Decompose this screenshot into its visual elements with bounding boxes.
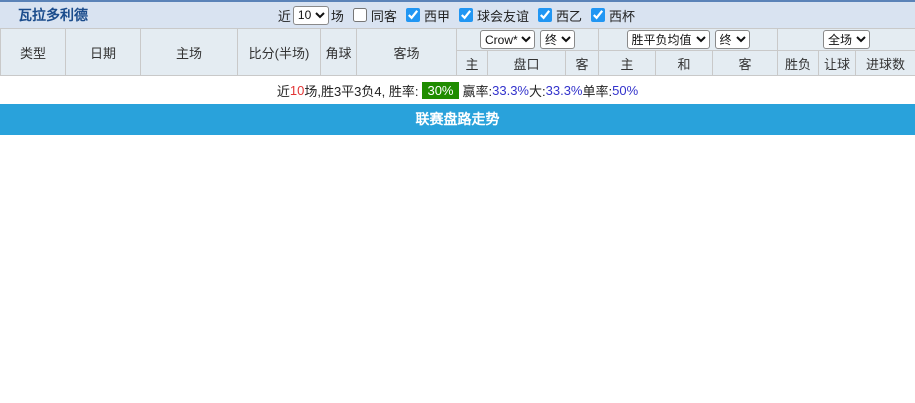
bookmaker-select[interactable]: Crow* xyxy=(480,30,535,49)
summary-text: 33.3% xyxy=(492,83,529,98)
match-count-select[interactable]: 10 xyxy=(293,6,329,25)
summary-text: 大: xyxy=(529,81,546,100)
league-checkbox-friendly[interactable] xyxy=(459,8,473,22)
avg-odds-selector-cell: 胜平负均值 终 xyxy=(599,29,778,51)
avg-odds-select[interactable]: 胜平负均值 xyxy=(627,30,710,49)
sub-header-crow-away: 客 xyxy=(566,51,599,76)
title-bar: 瓦拉多利德 近 10 场 同客 西甲 球会友谊 西乙 西杯 xyxy=(0,0,915,28)
league-checkbox-segunda[interactable] xyxy=(538,8,552,22)
col-header-date: 日期 xyxy=(66,29,141,76)
league-label-liga: 西甲 xyxy=(424,6,450,25)
col-header-type: 类型 xyxy=(1,29,66,76)
scope-select[interactable]: 全场 xyxy=(823,30,870,49)
summary-text: 场,胜3平3负4, 胜率: xyxy=(304,81,418,100)
league-checkbox-copa[interactable] xyxy=(591,8,605,22)
col-header-home: 主场 xyxy=(141,29,238,76)
col-header-score: 比分(半场) xyxy=(238,29,321,76)
near-label: 近 xyxy=(278,6,291,25)
sub-header-crow-home: 主 xyxy=(457,51,488,76)
sub-header-avg-away: 客 xyxy=(713,51,778,76)
league-checkbox-liga[interactable] xyxy=(406,8,420,22)
bookmaker-state-select[interactable]: 终 xyxy=(540,30,575,49)
filter-controls: 近 10 场 同客 西甲 球会友谊 西乙 西杯 xyxy=(276,6,637,25)
same-away-checkbox[interactable] xyxy=(353,8,367,22)
sub-header-handicap-result: 让球 xyxy=(819,51,856,76)
same-away-label: 同客 xyxy=(371,6,397,25)
section-footer-bar: 联赛盘路走势 xyxy=(0,104,915,135)
avg-state-select[interactable]: 终 xyxy=(715,30,750,49)
bookmaker-selector-cell: Crow* 终 xyxy=(457,29,599,51)
sub-header-avg-draw: 和 xyxy=(656,51,713,76)
match-history-panel: 瓦拉多利德 近 10 场 同客 西甲 球会友谊 西乙 西杯 xyxy=(0,0,915,403)
sub-header-avg-home: 主 xyxy=(599,51,656,76)
summary-text: 50% xyxy=(612,83,638,98)
summary-text: 近 xyxy=(277,81,290,100)
league-label-copa: 西杯 xyxy=(609,6,635,25)
matches-label: 场 xyxy=(331,6,344,25)
summary-text: 10 xyxy=(290,83,304,98)
scope-selector-cell: 全场 xyxy=(778,29,915,51)
summary-text: 33.3% xyxy=(546,83,583,98)
team-title: 瓦拉多利德 xyxy=(0,5,88,25)
sub-header-handicap: 盘口 xyxy=(488,51,566,76)
summary-text: 赢率: xyxy=(463,81,493,100)
league-label-segunda: 西乙 xyxy=(556,6,582,25)
match-table: 类型 日期 主场 比分(半场) 角球 客场 Crow* 终 xyxy=(0,28,915,76)
sub-header-result: 胜负 xyxy=(778,51,819,76)
col-header-away: 客场 xyxy=(357,29,457,76)
league-label-friendly: 球会友谊 xyxy=(477,6,529,25)
summary-text: 单率: xyxy=(583,81,613,100)
record-summary: 近10场,胜3平3负4, 胜率:30%赢率:33.3% 大:33.3% 单率:5… xyxy=(0,76,915,104)
col-header-corner: 角球 xyxy=(321,29,357,76)
sub-header-goals-result: 进球数 xyxy=(856,51,915,76)
win-rate-badge: 30% xyxy=(422,82,458,99)
